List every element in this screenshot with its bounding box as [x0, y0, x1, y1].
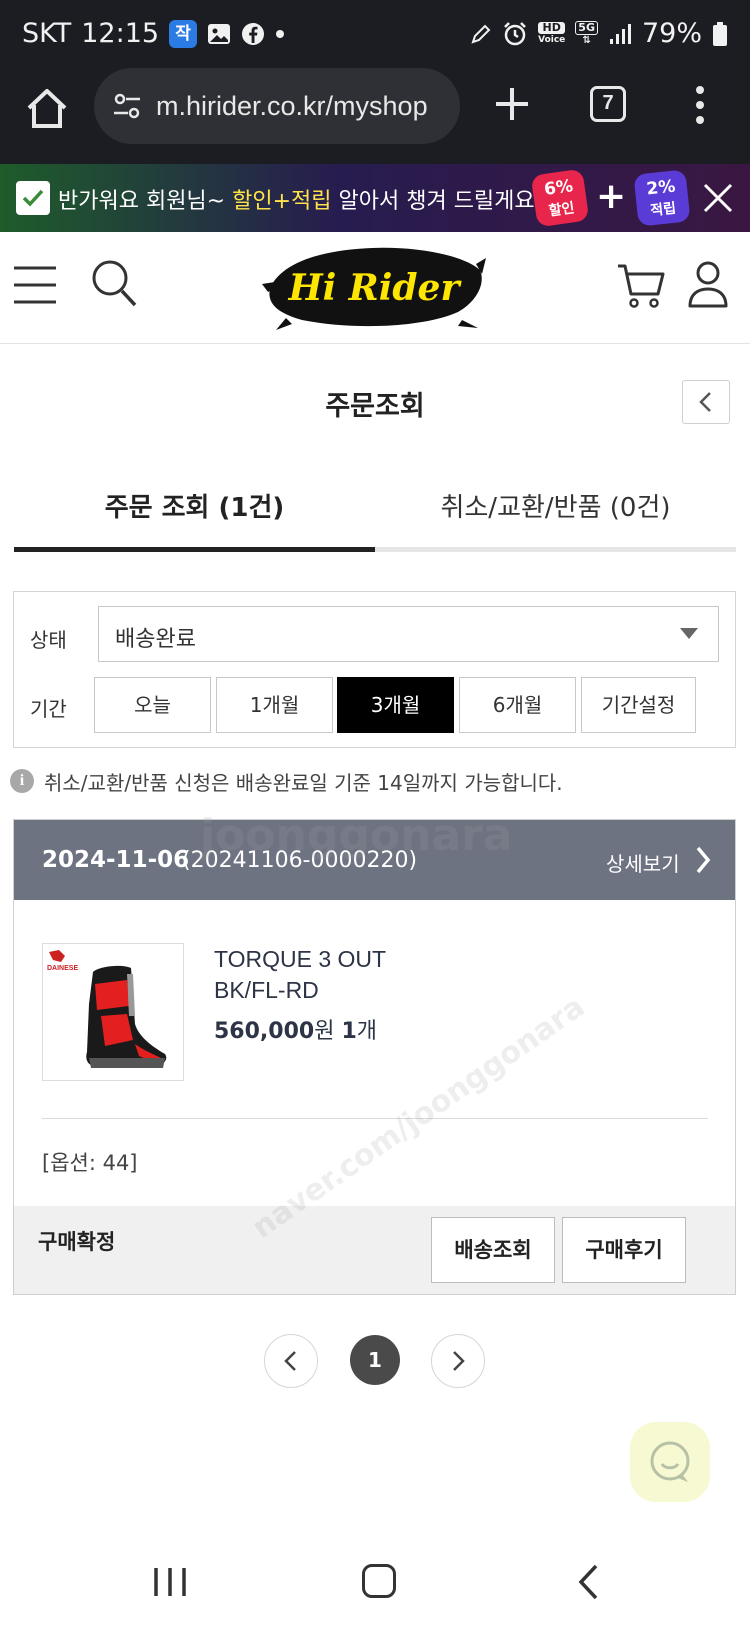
discount-badge: 6% 할인	[530, 168, 590, 228]
notice-text: 취소/교환/반품 신청은 배송완료일 기준 14일까지 가능합니다.	[44, 770, 563, 795]
logo-text: Hi Rider	[288, 267, 463, 309]
period-today-button[interactable]: 오늘	[94, 677, 211, 733]
close-icon[interactable]	[700, 180, 736, 216]
network-5g-icon: 5G ⇅	[575, 20, 598, 47]
address-bar[interactable]: m.hirider.co.kr/myshop	[94, 68, 460, 144]
boot-image: DAINESE	[47, 950, 167, 1068]
qty-unit: 개	[356, 1019, 378, 1044]
recent-apps-icon[interactable]	[150, 1564, 190, 1600]
more-vert-icon[interactable]	[690, 82, 710, 128]
signal-icon	[609, 23, 631, 44]
order-card: 2024-11-06 (20241106-0000220) 상세보기 DAINE…	[13, 819, 736, 1295]
tune-icon[interactable]	[112, 91, 142, 121]
tab-cancel-exchange-return[interactable]: 취소/교환/반품 (0건)	[375, 470, 736, 552]
carrier-label: SKT	[22, 18, 72, 49]
promo-tail: 알아서 챙겨 드릴게요!	[331, 189, 544, 214]
period-1month-button[interactable]: 1개월	[216, 677, 333, 733]
info-icon: i	[10, 769, 34, 793]
points-badge: 2% 적립	[633, 169, 691, 227]
back-button[interactable]	[682, 380, 730, 424]
hamburger-icon[interactable]	[12, 264, 58, 306]
cart-icon[interactable]	[616, 260, 666, 310]
current-page[interactable]: 1	[350, 1335, 400, 1385]
search-icon[interactable]	[90, 258, 138, 310]
order-detail-link[interactable]: 상세보기	[606, 848, 680, 877]
order-footer: 구매확정 배송조회 구매후기	[14, 1206, 735, 1294]
promo-banner[interactable]: 반가워요 회원님~ 할인+적립 알아서 챙겨 드릴게요! 6% 할인 + 2% …	[0, 164, 750, 232]
order-date: 2024-11-06	[42, 847, 190, 873]
period-custom-button[interactable]: 기간설정	[581, 677, 696, 733]
product-price: 560,000	[214, 1019, 315, 1044]
chevron-right-icon[interactable]	[694, 844, 712, 876]
battery-percent: 79%	[641, 18, 702, 49]
product-name-line2: BK/FL-RD	[214, 977, 319, 1003]
status-right: HD Voice 5G ⇅ 79%	[470, 18, 728, 49]
chat-icon	[650, 1441, 690, 1482]
system-nav-bar	[0, 1540, 750, 1625]
divider	[42, 1118, 708, 1119]
back-nav-icon[interactable]	[576, 1562, 600, 1602]
prev-page-button[interactable]	[264, 1334, 318, 1388]
status-bar: SKT 12:15 작 HD Voice 5G ⇅ 79%	[0, 0, 750, 68]
write-review-button[interactable]: 구매후기	[562, 1217, 686, 1283]
delivery-tracking-button[interactable]: 배송조회	[431, 1217, 555, 1283]
facebook-notification-icon	[242, 22, 265, 45]
status-left: SKT 12:15 작	[22, 18, 285, 49]
status-select-value: 배송완료	[115, 627, 196, 652]
plus-icon[interactable]	[490, 82, 534, 126]
promo-highlight: 할인+적립	[232, 189, 332, 214]
chevron-left-icon	[284, 1351, 296, 1371]
chevron-left-icon	[699, 392, 711, 412]
chevron-right-icon	[453, 1351, 465, 1371]
order-status: 구매확정	[38, 1230, 116, 1254]
chat-button[interactable]	[630, 1422, 710, 1502]
currency-unit: 원	[314, 1019, 335, 1044]
status-select[interactable]: 배송완료	[98, 606, 719, 662]
order-tabs: 주문 조회 (1건) 취소/교환/반품 (0건)	[14, 470, 736, 552]
check-icon	[16, 181, 50, 215]
alarm-icon	[504, 21, 526, 45]
order-filter: 상태 배송완료 기간 오늘 1개월 3개월 6개월 기간설정	[13, 591, 736, 748]
product-brand: DAINESE	[47, 965, 78, 972]
page-title: 주문조회	[325, 391, 425, 422]
hd-voice-icon: HD Voice	[538, 20, 566, 45]
next-page-button[interactable]	[431, 1334, 485, 1388]
pen-icon	[471, 24, 491, 44]
promo-plus-icon: +	[596, 176, 627, 217]
clock: 12:15	[81, 18, 160, 49]
app-notification-icon: 작	[169, 19, 198, 48]
product-price-qty: 560,000원 1개	[214, 1013, 377, 1045]
product-name-line1: TORQUE 3 OUT	[214, 946, 387, 972]
product-name[interactable]: TORQUE 3 OUT BK/FL-RD	[214, 944, 594, 1006]
promo-greeting: 반가워요 회원님~	[58, 189, 233, 214]
tab-switcher-button[interactable]: 7	[590, 86, 626, 122]
site-header: Hi Rider	[0, 232, 750, 344]
tab-orders[interactable]: 주문 조회 (1건)	[14, 470, 375, 552]
period-6month-button[interactable]: 6개월	[459, 677, 576, 733]
period-3month-button[interactable]: 3개월	[337, 677, 454, 733]
order-number: (20241106-0000220)	[182, 848, 418, 873]
period-filter-label: 기간	[30, 697, 67, 721]
url-text[interactable]: m.hirider.co.kr/myshop	[156, 91, 428, 122]
gallery-notification-icon	[208, 23, 231, 44]
home-icon[interactable]	[24, 86, 70, 132]
browser-toolbar: m.hirider.co.kr/myshop 7	[0, 68, 750, 164]
caret-down-icon	[680, 628, 698, 639]
promo-text: 반가워요 회원님~ 할인+적립 알아서 챙겨 드릴게요!	[58, 183, 543, 215]
order-header: 2024-11-06 (20241106-0000220) 상세보기	[14, 820, 735, 900]
user-icon[interactable]	[686, 260, 730, 310]
status-filter-label: 상태	[30, 628, 67, 652]
site-logo[interactable]: Hi Rider	[262, 240, 486, 332]
home-nav-icon[interactable]	[362, 1564, 396, 1598]
product-qty: 1	[341, 1019, 357, 1044]
product-thumbnail[interactable]: DAINESE	[42, 943, 184, 1081]
notice: i 취소/교환/반품 신청은 배송완료일 기준 14일까지 가능합니다.	[10, 766, 563, 796]
more-notifications-dot-icon	[276, 29, 285, 38]
battery-icon	[713, 21, 727, 46]
product-option: [옵션: 44]	[42, 1151, 138, 1175]
